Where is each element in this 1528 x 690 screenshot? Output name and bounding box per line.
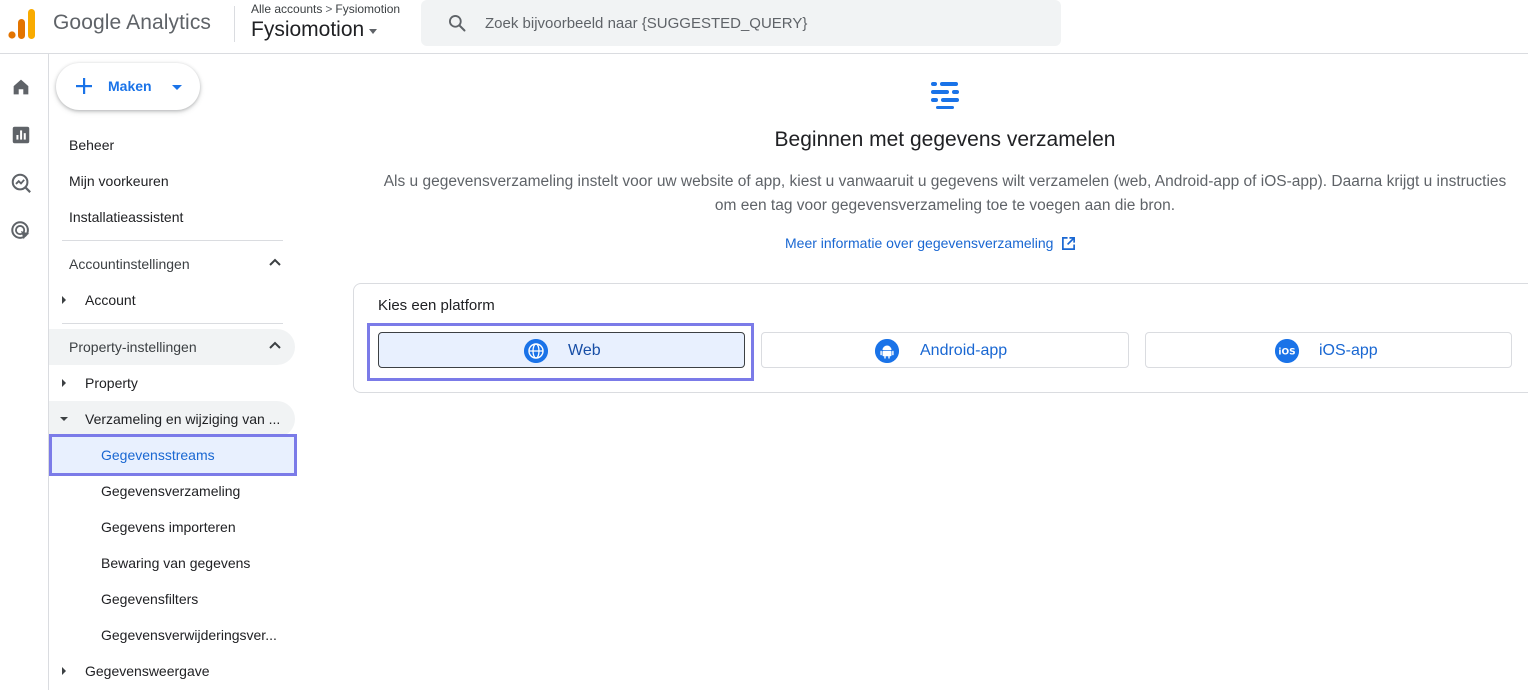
page-title: Beginnen met gegevens verzamelen: [774, 128, 1116, 151]
create-button-label: Maken: [108, 78, 152, 94]
chevron-down-icon: [369, 29, 378, 34]
nav-item-data-streams-label: Gegevensstreams: [101, 447, 215, 463]
product-name[interactable]: Google Analytics: [53, 11, 211, 35]
nav-item-data-display-label: Gegevensweergave: [85, 663, 210, 679]
nav-group-collection[interactable]: Verzameling en wijziging van ...: [49, 401, 295, 437]
chevron-down-icon: [172, 85, 182, 90]
nav-item-data-collection-label: Gegevensverzameling: [101, 483, 241, 499]
platform-web-button[interactable]: Web: [378, 332, 745, 368]
home-icon[interactable]: [10, 76, 32, 98]
nav-item-data-deletion-label: Gegevensverwijderingsver...: [101, 627, 277, 643]
property-picker[interactable]: Fysiomotion: [251, 18, 378, 42]
search-icon: [449, 15, 466, 32]
property-settings-label: Property-instellingen: [69, 339, 197, 355]
header-divider: [234, 6, 235, 42]
nav-item-data-filters-label: Gegevensfilters: [101, 591, 199, 607]
analytics-logo[interactable]: [8, 8, 36, 40]
create-button[interactable]: Maken: [56, 63, 200, 110]
android-icon: [875, 339, 899, 363]
nav-item-data-collection[interactable]: Gegevensverzameling: [49, 473, 295, 509]
chevron-up-icon: [269, 341, 281, 349]
nav-item-data-deletion[interactable]: Gegevensverwijderingsver...: [49, 617, 295, 653]
nav-item-property[interactable]: Property: [49, 365, 295, 401]
nav-item-data-display[interactable]: Gegevensweergave: [49, 653, 295, 689]
search-input[interactable]: [483, 8, 1047, 38]
breadcrumb[interactable]: Alle accounts > Fysiomotion: [251, 2, 400, 16]
account-settings-label: Accountinstellingen: [69, 256, 190, 272]
nav-item-data-retention-label: Bewaring van gegevens: [101, 555, 251, 571]
platform-ios-button[interactable]: iOS iOS-app: [1145, 332, 1512, 368]
chevron-up-icon: [269, 258, 281, 266]
nav-group-collection-label: Verzameling en wijziging van ...: [85, 411, 281, 427]
breadcrumb-root[interactable]: Alle accounts: [251, 2, 322, 16]
nav-item-data-streams[interactable]: Gegevensstreams: [49, 437, 295, 473]
more-info-link[interactable]: Meer informatie over gegevensverzameling: [785, 235, 1076, 251]
nav-item-account[interactable]: Account: [49, 282, 295, 318]
nav-item-setup-assistant[interactable]: Installatieassistent: [69, 209, 183, 225]
admin-navigation: Maken Beheer Mijn voorkeuren Installatie…: [49, 54, 305, 690]
explore-icon[interactable]: [10, 172, 32, 194]
platform-android-label: Android-app: [920, 342, 1008, 359]
left-rail: [0, 54, 49, 690]
caret-down-icon: [60, 417, 68, 421]
breadcrumb-account[interactable]: Fysiomotion: [335, 2, 400, 16]
open-in-new-icon: [1062, 236, 1076, 250]
plus-icon: [76, 78, 92, 94]
data-stream-icon: [931, 82, 959, 109]
nav-item-data-retention[interactable]: Bewaring van gegevens: [49, 545, 295, 581]
account-settings-section[interactable]: Accountinstellingen: [49, 246, 295, 282]
caret-right-icon: [62, 667, 66, 675]
platform-picker-card: Kies een platform Web Android-app iOS iO…: [353, 283, 1528, 393]
reports-icon[interactable]: [10, 124, 32, 146]
nav-item-property-label: Property: [85, 375, 138, 391]
nav-item-beheer[interactable]: Beheer: [69, 137, 114, 153]
nav-divider: [62, 240, 283, 241]
nav-divider: [62, 323, 283, 324]
nav-item-data-filters[interactable]: Gegevensfilters: [49, 581, 295, 617]
advertising-icon[interactable]: [10, 220, 32, 242]
platform-web-label: Web: [568, 342, 601, 359]
more-info-link-label: Meer informatie over gegevensverzameling: [785, 235, 1054, 251]
nav-item-preferences[interactable]: Mijn voorkeuren: [69, 173, 169, 189]
platform-ios-label: iOS-app: [1319, 342, 1378, 359]
globe-icon: [524, 339, 548, 363]
caret-right-icon: [62, 379, 66, 387]
search-bar[interactable]: [421, 0, 1061, 46]
svg-text:iOS: iOS: [1278, 348, 1295, 358]
nav-item-data-import[interactable]: Gegevens importeren: [49, 509, 295, 545]
top-app-bar: Google Analytics Alle accounts > Fysiomoti…: [0, 0, 1528, 54]
page-description: Als u gegevensverzameling instelt voor u…: [383, 173, 1507, 214]
caret-right-icon: [62, 296, 66, 304]
nav-item-data-import-label: Gegevens importeren: [101, 519, 236, 535]
property-settings-section[interactable]: Property-instellingen: [49, 329, 295, 365]
nav-item-account-label: Account: [85, 292, 136, 308]
platform-android-button[interactable]: Android-app: [761, 332, 1129, 368]
ios-icon: iOS: [1275, 339, 1299, 363]
breadcrumb-separator: >: [325, 2, 333, 16]
property-name: Fysiomotion: [251, 18, 365, 41]
platform-picker-label: Kies een platform: [378, 297, 495, 314]
main-content: Beginnen met gegevens verzamelen Als u g…: [305, 54, 1528, 690]
